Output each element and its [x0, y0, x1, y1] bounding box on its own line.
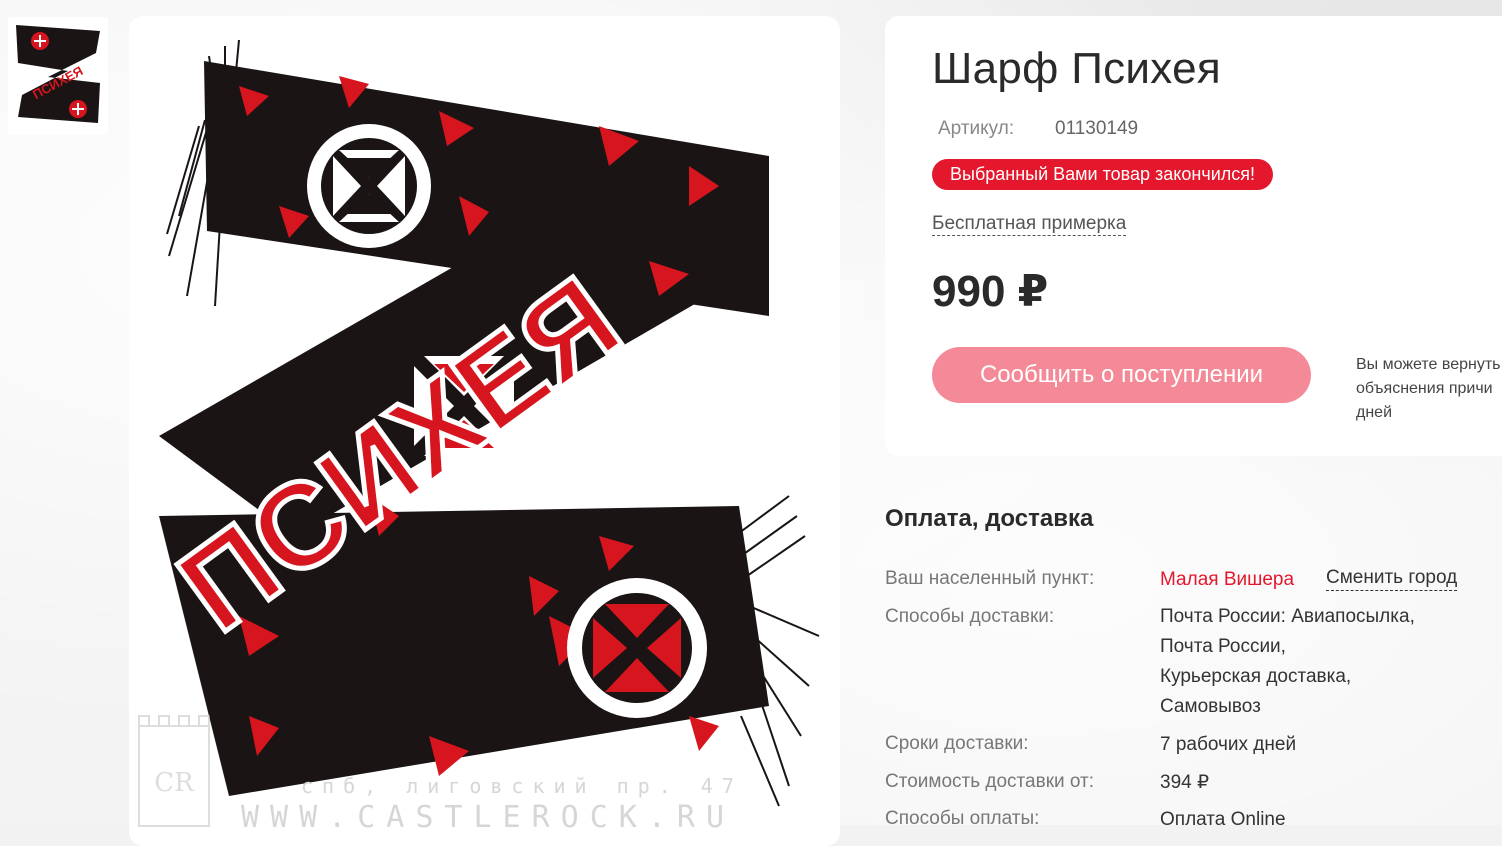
sku-label: Артикул:	[938, 118, 1015, 139]
return-policy-note: Вы можете вернуть объяснения причи дней	[1356, 353, 1502, 425]
medallion-top	[307, 124, 431, 248]
product-title: Шарф Психея	[932, 44, 1221, 93]
change-city-link[interactable]: Сменить город	[1326, 566, 1458, 591]
delivery-time-label: Сроки доставки:	[885, 733, 1029, 754]
delivery-cost-label: Стоимость доставки от:	[885, 771, 1095, 792]
product-thumbnail[interactable]: ПСИХЕЯ	[8, 17, 108, 135]
castle-emblem: CR	[138, 715, 210, 827]
delivery-methods-label: Способы доставки:	[885, 606, 1055, 627]
return-note-line: дней	[1356, 404, 1393, 421]
product-price: 990 ₽	[932, 267, 1049, 316]
delivery-methods-value: Почта России: Авиапосылка, Почта России,…	[1160, 602, 1415, 722]
delivery-method: Почта России: Авиапосылка,	[1160, 606, 1415, 627]
free-fitting-link[interactable]: Бесплатная примерка	[932, 213, 1127, 236]
payment-methods-value: Оплата Online	[1160, 809, 1286, 830]
city-value: Малая Вишера	[1160, 565, 1294, 595]
current-city-link[interactable]: Малая Вишера	[1160, 569, 1294, 590]
delivery-cost-value: 394 ₽	[1160, 772, 1210, 793]
payment-methods-label: Способы оплаты:	[885, 808, 1040, 829]
medallion-bottom	[567, 578, 707, 718]
product-info-card: Шарф Психея Артикул: 01130149 Выбранный …	[885, 16, 1502, 456]
delivery-method: Курьерская доставка,	[1160, 666, 1352, 687]
sku-value: 01130149	[1055, 118, 1139, 139]
watermark-url: WWW.CASTLEROCK.RU	[241, 800, 736, 835]
notify-availability-button[interactable]: Сообщить о поступлении	[932, 347, 1311, 403]
watermark-address: спб, лиговский пр. 47	[301, 774, 743, 798]
svg-text:CR: CR	[154, 768, 195, 798]
delivery-method: Самовывоз	[1160, 696, 1261, 717]
delivery-section-title: Оплата, доставка	[885, 505, 1094, 532]
product-image-card[interactable]: ПСИХЕЯ CR спб, лиговский пр. 47 WWW.CAST…	[129, 16, 840, 846]
delivery-method: Почта России,	[1160, 636, 1286, 657]
return-note-line: объяснения причи	[1356, 380, 1493, 397]
return-note-line: Вы можете вернуть	[1356, 356, 1501, 373]
city-label: Ваш населенный пункт:	[885, 568, 1095, 589]
thumbnail-scarf-image: ПСИХЕЯ	[8, 17, 108, 135]
out-of-stock-badge: Выбранный Вами товар закончился!	[932, 159, 1274, 190]
scarf-main-image: ПСИХЕЯ CR	[138, 39, 820, 827]
delivery-time-value: 7 рабочих дней	[1160, 734, 1297, 755]
